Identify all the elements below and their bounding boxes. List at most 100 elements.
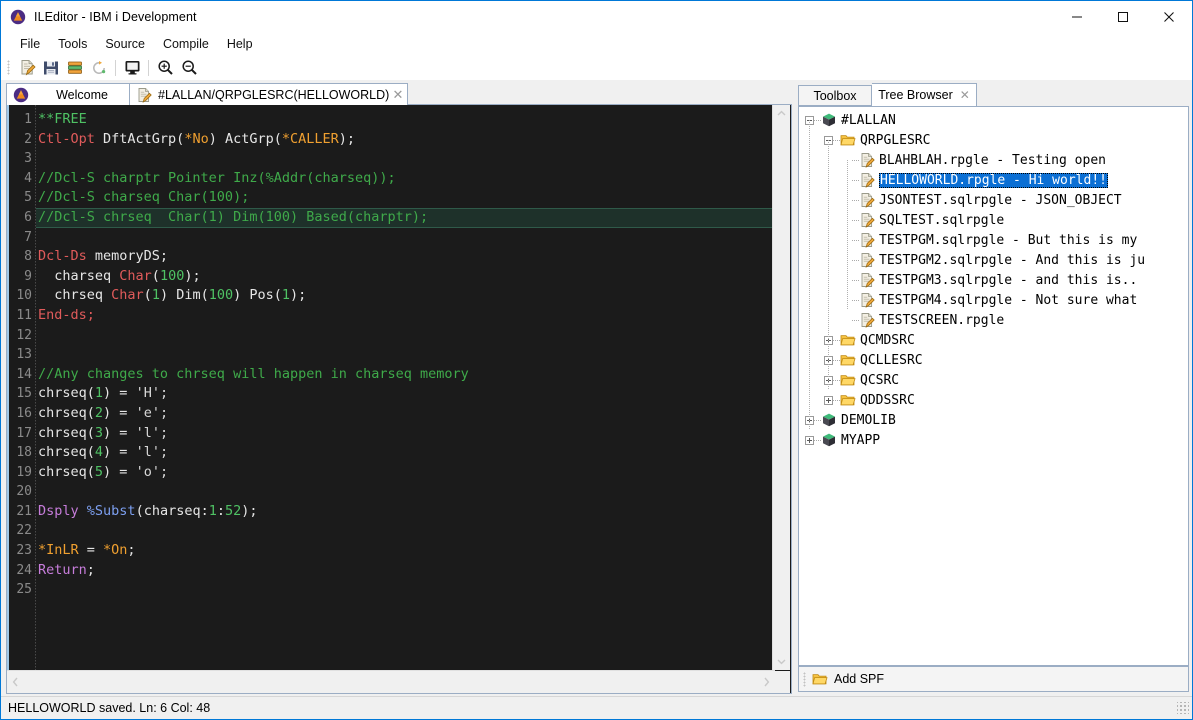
code-line[interactable]: End-ds; (36, 306, 773, 326)
tree-connector-line (852, 179, 859, 181)
tree-item[interactable]: SQLTEST.sqlrpgle (799, 210, 1188, 230)
editor-tab-helloworld[interactable]: #LALLAN/QRPGLESRC(HELLOWORLD) ✕ (130, 83, 408, 105)
close-icon[interactable] (1146, 1, 1192, 32)
code-line[interactable]: *InLR = *On; (36, 541, 773, 561)
code-token: chrseq( (38, 463, 95, 480)
editor-tab-welcome[interactable]: Welcome (6, 83, 130, 105)
tree-item[interactable]: QCLLESRC (799, 350, 1188, 370)
tree-item[interactable]: TESTPGM2.sqlrpgle - And this is ju (799, 250, 1188, 270)
scroll-down-icon[interactable] (773, 653, 790, 670)
tree-item[interactable]: QRPGLESRC (799, 130, 1188, 150)
menu-item-tools[interactable]: Tools (49, 35, 96, 53)
code-line[interactable]: //Any changes to chrseq will happen in c… (36, 365, 773, 385)
tree-item[interactable]: QDDSSRC (799, 390, 1188, 410)
tree-item-label: SQLTEST.sqlrpgle (879, 212, 1005, 228)
tree-item[interactable]: QCMDSRC (799, 330, 1188, 350)
add-spf-label[interactable]: Add SPF (834, 672, 884, 686)
code-line[interactable]: charseq Char(100); (36, 267, 773, 287)
terminal-icon[interactable] (120, 57, 144, 79)
save-icon[interactable] (39, 57, 63, 79)
tree-item[interactable]: MYAPP (799, 430, 1188, 450)
code-line[interactable] (36, 149, 773, 169)
code-line[interactable]: Dsply %Subst(charseq:1:52); (36, 502, 773, 522)
code-line[interactable]: **FREE (36, 110, 773, 130)
code-line[interactable]: chrseq(2) = 'e'; (36, 404, 773, 424)
line-number: 24 (16, 562, 32, 578)
tree-expand-icon[interactable] (805, 435, 814, 445)
tree-expand-icon[interactable] (824, 395, 833, 405)
scroll-up-icon[interactable] (773, 105, 790, 122)
tree-item[interactable]: JSONTEST.sqlrpgle - JSON_OBJECT (799, 190, 1188, 210)
tree-item[interactable]: DEMOLIB (799, 410, 1188, 430)
code-line[interactable] (36, 521, 773, 541)
tree-item[interactable]: TESTPGM4.sqlrpgle - Not sure what (799, 290, 1188, 310)
zoom-in-icon[interactable] (153, 57, 177, 79)
code-line[interactable] (36, 326, 773, 346)
zoom-out-icon[interactable] (177, 57, 201, 79)
tree-item[interactable]: TESTPGM.sqlrpgle - But this is my (799, 230, 1188, 250)
add-spf-grip[interactable] (803, 671, 806, 687)
tree-item-label: QCSRC (860, 372, 900, 388)
library-list-icon[interactable] (63, 57, 87, 79)
line-number: 19 (16, 464, 32, 480)
code-token: ) = (103, 385, 136, 402)
code-line[interactable]: chrseq(5) = 'o'; (36, 463, 773, 483)
code-editor[interactable]: 1 2 3 4 5 6 7 8 9 10 11 12 13 14 15 16 17 18 19 20 21 22 23 24 2… (6, 105, 792, 694)
tree-connector-line (833, 379, 840, 381)
code-line[interactable] (36, 228, 773, 248)
code-line[interactable]: Ctl-Opt DftActGrp(*No) ActGrp(*CALLER); (36, 130, 773, 150)
code-line[interactable]: //Dcl-S charseq Char(100); (36, 188, 773, 208)
code-token: ) = (103, 463, 136, 480)
code-line[interactable] (36, 482, 773, 502)
tree-item[interactable]: #LALLAN (799, 110, 1188, 130)
code-token: Dsply (38, 502, 79, 519)
code-token: *No (184, 130, 209, 147)
code-line[interactable]: chrseq(4) = 'l'; (36, 443, 773, 463)
tree-item[interactable]: QCSRC (799, 370, 1188, 390)
tree-item[interactable]: TESTSCREEN.rpgle (799, 310, 1188, 330)
code-line[interactable]: //Dcl-S charptr Pointer Inz(%Addr(charse… (36, 169, 773, 189)
code-token: 'H'; (135, 385, 169, 402)
tab-close-icon[interactable]: ✕ (960, 88, 970, 102)
tree-item[interactable]: TESTPGM3.sqlrpgle - and this is.. (799, 270, 1188, 290)
code-text-area[interactable]: **FREE Ctl-Opt DftActGrp(*No) ActGrp(*CAL… (36, 105, 773, 670)
editor-tab-close-icon[interactable]: ✕ (389, 88, 407, 101)
code-token: 1 (281, 287, 291, 304)
tree-item[interactable]: BLAHBLAH.rpgle - Testing open (799, 150, 1188, 170)
refresh-icon[interactable] (87, 57, 111, 79)
tree-item-label: QCLLESRC (860, 352, 923, 368)
menu-item-compile[interactable]: Compile (154, 35, 218, 53)
editor-vertical-scrollbar[interactable] (772, 105, 790, 670)
maximize-icon[interactable] (1100, 1, 1146, 32)
scroll-left-icon[interactable] (7, 671, 24, 693)
code-line[interactable]: Return; (36, 561, 773, 581)
code-line[interactable]: chrseq(3) = 'l'; (36, 424, 773, 444)
minimize-icon[interactable] (1054, 1, 1100, 32)
tree-item-label: MYAPP (841, 432, 881, 448)
code-token: 1 (151, 287, 160, 304)
code-token: ) = (103, 444, 136, 461)
tree-browser-panel[interactable]: #LALLAN QRPGLESRC BLAHBLAH.rpgle - Testing… (798, 106, 1189, 666)
code-line[interactable]: //Dcl-S chrseq Char(1) Dim(100) Based(ch… (36, 207, 773, 228)
code-line[interactable] (36, 345, 773, 365)
code-line[interactable] (36, 580, 773, 600)
folder-open-icon (840, 132, 856, 148)
toolbar-grip[interactable] (7, 60, 10, 75)
code-line[interactable]: Dcl-Ds memoryDS; (36, 247, 773, 267)
menu-item-help[interactable]: Help (218, 35, 262, 53)
code-line[interactable]: chrseq Char(1) Dim(100) Pos(1); (36, 286, 773, 306)
code-line[interactable]: chrseq(1) = 'H'; (36, 384, 773, 404)
library-cube-icon (821, 412, 837, 428)
code-token: Ctl-Opt (38, 130, 95, 147)
new-source-icon[interactable] (15, 57, 39, 79)
menu-item-file[interactable]: File (11, 35, 49, 53)
editor-horizontal-scrollbar[interactable] (7, 670, 775, 693)
tab-toolbox[interactable]: Toolbox (798, 85, 872, 106)
vertical-scroll-track[interactable] (773, 122, 790, 653)
menu-item-source[interactable]: Source (96, 35, 154, 53)
line-number: 12 (16, 327, 32, 343)
tab-tree-browser[interactable]: Tree Browser ✕ (872, 83, 977, 106)
tree-connector-line (852, 159, 859, 161)
tree-item[interactable]: HELLOWORLD.rpgle - Hi world!! (799, 170, 1188, 190)
resize-grip[interactable] (1177, 702, 1189, 714)
